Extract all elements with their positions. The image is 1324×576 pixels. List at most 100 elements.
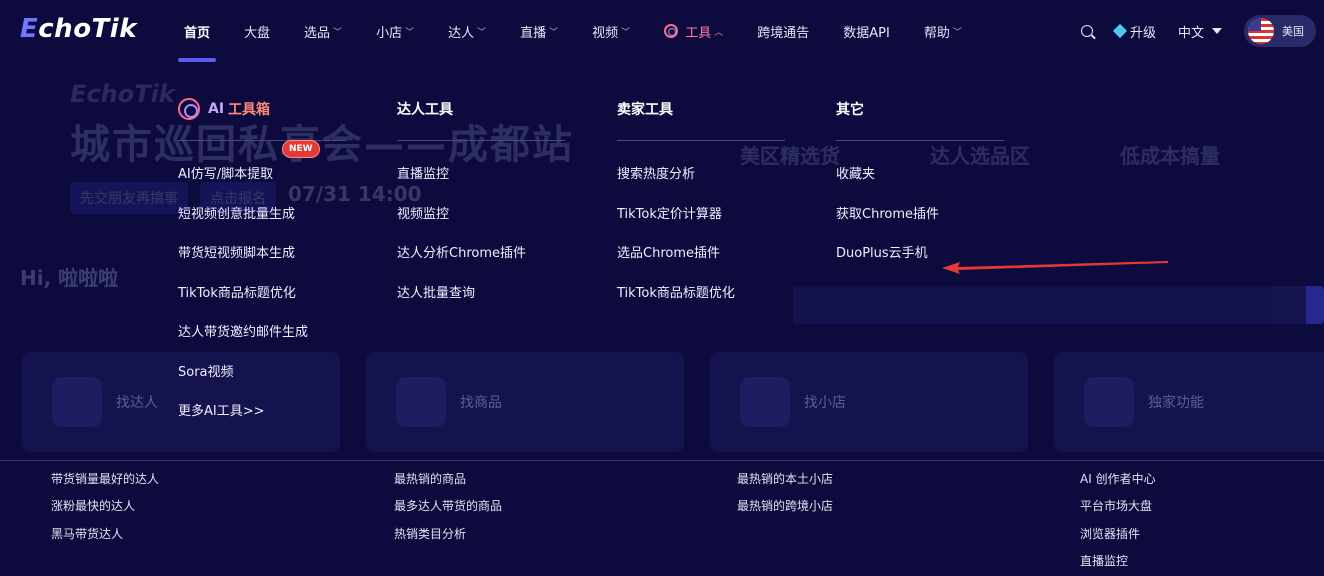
- nav-products[interactable]: 选品 ﹀: [304, 0, 342, 62]
- footer-link[interactable]: 平台市场大盘: [1080, 492, 1156, 519]
- menu-item-product-chrome-plugin[interactable]: 选品Chrome插件: [617, 242, 785, 282]
- upgrade-label: 升级: [1129, 25, 1156, 41]
- nav-label: 选品: [304, 25, 331, 41]
- ai-logo-icon: [178, 98, 200, 120]
- nav-menu: 首页 大盘 选品 ﹀ 小店 ﹀ 达人 ﹀ 直播 ﹀ 视频 ﹀ 工具 ︿ 跨境通告 数据API…: [177, 0, 996, 62]
- nav-label: 直播: [520, 25, 547, 41]
- diamond-icon: [1112, 23, 1128, 39]
- other-title: 其它: [836, 92, 1004, 126]
- column-divider: [397, 140, 565, 141]
- menu-item-label: 搜索热度分析: [617, 167, 696, 182]
- footer-link[interactable]: 最热销的本土小店: [737, 465, 833, 492]
- footer-link[interactable]: 直播监控: [1080, 547, 1156, 574]
- footer-link[interactable]: 带货销量最好的达人: [51, 465, 159, 492]
- footer-link[interactable]: 最热销的跨境小店: [737, 492, 833, 519]
- nav-label: 跨境通告: [757, 25, 810, 41]
- footer-column-influencers: 带货销量最好的达人 涨粉最快的达人 黑马带货达人: [51, 465, 159, 547]
- search-icon[interactable]: [1080, 25, 1093, 37]
- menu-item-label: 获取Chrome插件: [836, 206, 939, 222]
- menu-item-get-chrome-plugin[interactable]: 获取Chrome插件: [836, 203, 1004, 243]
- menu-item-sora-video[interactable]: Sora视频: [178, 361, 346, 401]
- nav-label: 帮助: [923, 25, 950, 41]
- menu-item-more-ai-tools[interactable]: 更多AI工具>>: [178, 400, 346, 440]
- nav-label: 首页: [184, 25, 211, 41]
- menu-item-seller-title-optimize[interactable]: TikTok商品标题优化: [617, 282, 785, 322]
- nav-help[interactable]: 帮助 ﹀: [924, 0, 962, 62]
- top-nav: EchoTik 首页 大盘 选品 ﹀ 小店 ﹀ 达人 ﹀ 直播 ﹀ 视频 ﹀ 工具 ︿ 跨境…: [0, 0, 1324, 62]
- menu-item-search-trends[interactable]: 搜索热度分析: [617, 163, 785, 203]
- footer-link[interactable]: 热销类目分析: [394, 520, 502, 547]
- other-column: 其它 收藏夹 获取Chrome插件 DuoPlus云手机: [836, 92, 1004, 282]
- footer-link[interactable]: 最多达人带货的商品: [394, 492, 502, 519]
- menu-item-label: AI仿写/脚本提取: [178, 167, 274, 182]
- menu-item-label: 更多AI工具>>: [178, 404, 265, 419]
- menu-item-video-script[interactable]: 带货短视频脚本生成: [178, 242, 346, 282]
- menu-item-price-calculator[interactable]: TikTok定价计算器: [617, 203, 785, 243]
- region-label: 美国: [1282, 25, 1304, 38]
- chevron-down-icon: ﹀: [621, 27, 631, 38]
- chevron-up-icon: ︿: [714, 27, 724, 38]
- column-title: 其它: [836, 102, 864, 118]
- nav-shops[interactable]: 小店 ﹀: [376, 0, 414, 62]
- nav-influencers[interactable]: 达人 ﹀: [448, 0, 486, 62]
- seller-tool-list: 搜索热度分析 TikTok定价计算器 选品Chrome插件 TikTok商品标题…: [617, 163, 785, 321]
- nav-tools[interactable]: 工具 ︿: [664, 0, 723, 62]
- logo-text: choTik: [38, 14, 137, 44]
- echotik-logo[interactable]: EchoTik: [20, 14, 137, 44]
- column-divider: [617, 140, 785, 141]
- menu-item-label: 短视频创意批量生成: [178, 206, 296, 222]
- nav-label: 视频: [592, 25, 619, 41]
- nav-market[interactable]: 大盘: [244, 0, 270, 62]
- menu-item-ai-rewrite[interactable]: AI仿写/脚本提取 NEW: [178, 140, 346, 203]
- footer-link[interactable]: 黑马带货达人: [51, 520, 159, 547]
- menu-item-title-optimize[interactable]: TikTok商品标题优化: [178, 282, 346, 322]
- nav-data-api[interactable]: 数据API: [843, 0, 890, 62]
- caret-down-icon: [1212, 28, 1222, 34]
- menu-item-label: 收藏夹: [836, 167, 876, 182]
- menu-item-label: 选品Chrome插件: [617, 246, 720, 261]
- footer-link[interactable]: 浏览器插件: [1080, 520, 1156, 547]
- us-flag-icon: [1248, 18, 1274, 44]
- footer-links: 带货销量最好的达人 涨粉最快的达人 黑马带货达人 最热销的商品 最多达人带货的商…: [0, 461, 1324, 576]
- nav-home[interactable]: 首页: [177, 0, 217, 62]
- influencer-tool-list: 直播监控 视频监控 达人分析Chrome插件 达人批量查询: [397, 163, 565, 321]
- footer-link[interactable]: 涨粉最快的达人: [51, 492, 159, 519]
- menu-item-favorites[interactable]: 收藏夹: [836, 163, 1004, 203]
- menu-item-label: 带货短视频脚本生成: [178, 246, 296, 261]
- menu-item-influencer-chrome-plugin[interactable]: 达人分析Chrome插件: [397, 242, 565, 282]
- ai-title-prefix: AI: [208, 101, 225, 117]
- menu-item-live-monitor[interactable]: 直播监控: [397, 163, 565, 203]
- logo-letter: E: [20, 14, 39, 44]
- nav-cross-border[interactable]: 跨境通告: [757, 0, 809, 62]
- language-selector[interactable]: 中文: [1178, 22, 1222, 41]
- annotation-arrow-icon: [942, 261, 1168, 274]
- chevron-down-icon: ﹀: [952, 27, 962, 38]
- menu-item-video-ideas[interactable]: 短视频创意批量生成: [178, 203, 346, 243]
- tools-dropdown: AI 工具箱 AI仿写/脚本提取 NEW 短视频创意批量生成 带货短视频脚本生成 …: [0, 62, 1324, 460]
- footer-link[interactable]: 最热销的商品: [394, 465, 502, 492]
- seller-tools-column: 卖家工具 搜索热度分析 TikTok定价计算器 选品Chrome插件 TikTo…: [617, 92, 785, 321]
- menu-item-label: 视频监控: [397, 206, 450, 222]
- ai-toolbox-title: AI 工具箱: [178, 92, 346, 126]
- menu-item-video-monitor[interactable]: 视频监控: [397, 203, 565, 243]
- footer-link[interactable]: AI 创作者中心: [1080, 465, 1156, 492]
- nav-label: 达人: [448, 25, 475, 41]
- menu-item-invite-email[interactable]: 达人带货邀约邮件生成: [178, 321, 346, 361]
- ai-toolbox-column: AI 工具箱 AI仿写/脚本提取 NEW 短视频创意批量生成 带货短视频脚本生成 …: [178, 92, 346, 440]
- column-title: 卖家工具: [617, 102, 673, 118]
- influencer-tools-title: 达人工具: [397, 92, 565, 126]
- upgrade-button[interactable]: 升级: [1112, 22, 1156, 41]
- nav-label: 数据API: [843, 25, 890, 41]
- menu-item-label: 达人批量查询: [397, 285, 476, 301]
- chevron-down-icon: ﹀: [477, 27, 487, 38]
- menu-item-bulk-lookup[interactable]: 达人批量查询: [397, 282, 565, 322]
- ai-title: 工具箱: [228, 102, 271, 118]
- influencer-tools-column: 达人工具 直播监控 视频监控 达人分析Chrome插件 达人批量查询: [397, 92, 565, 321]
- nav-live[interactable]: 直播 ﹀: [520, 0, 558, 62]
- region-selector[interactable]: 美国: [1244, 15, 1316, 47]
- column-divider: [178, 140, 346, 141]
- seller-tools-title: 卖家工具: [617, 92, 785, 126]
- footer-column-shops: 最热销的本土小店 最热销的跨境小店: [737, 465, 833, 520]
- nav-videos[interactable]: 视频 ﹀: [592, 0, 630, 62]
- footer-column-products: 最热销的商品 最多达人带货的商品 热销类目分析: [394, 465, 502, 547]
